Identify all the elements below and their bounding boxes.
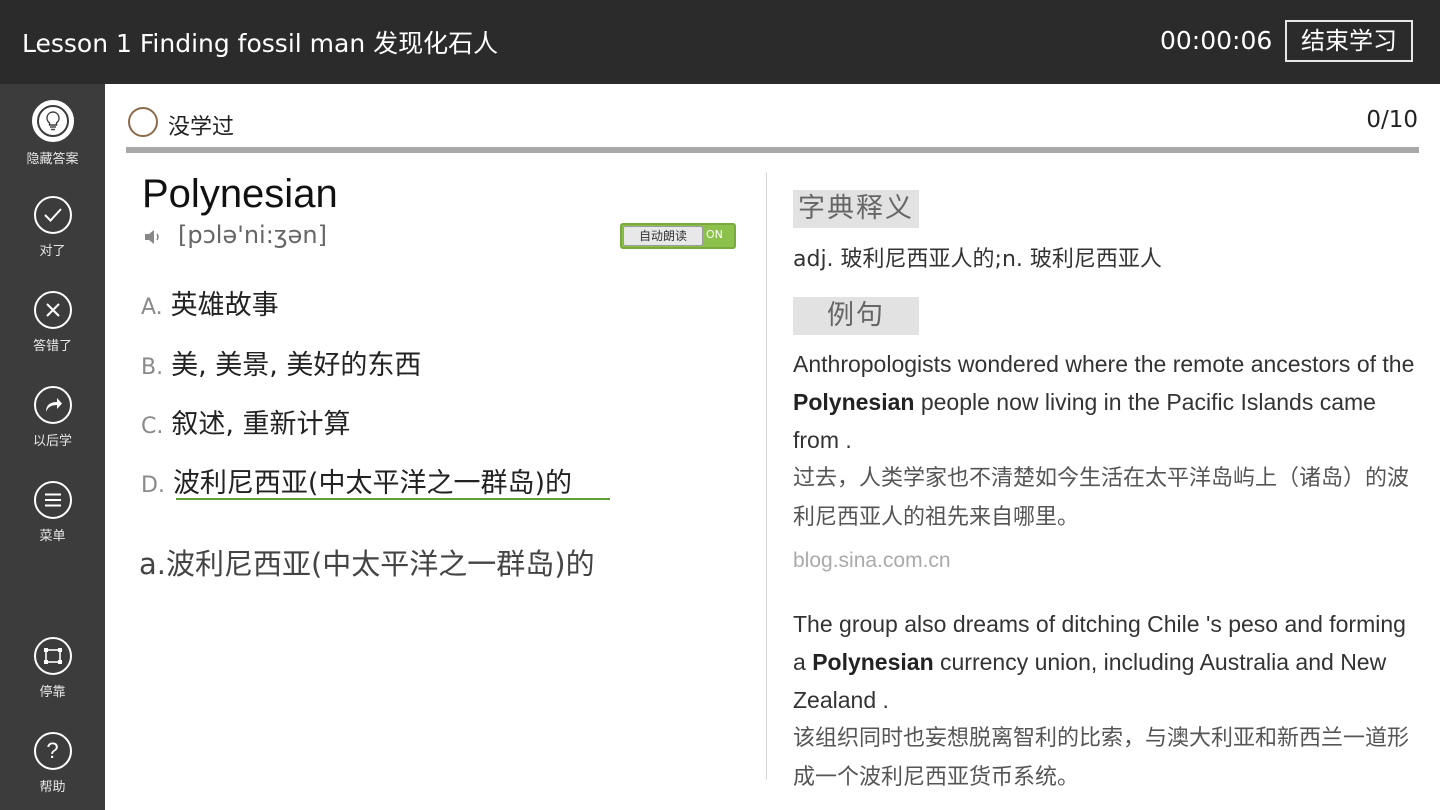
answer-text: a.波利尼西亚(中太平洋之一群岛)的 — [139, 547, 595, 581]
help-button[interactable]: ? 帮助 — [0, 732, 105, 795]
sidebar-label: 答错了 — [32, 339, 72, 354]
option-c[interactable]: C. 叙述, 重新计算 — [141, 402, 351, 441]
option-text: 叙述, 重新计算 — [171, 409, 351, 440]
learn-status-label: 没学过 — [168, 115, 235, 140]
auto-read-toggle[interactable]: 自动朗读 ON — [620, 223, 736, 249]
example-english: Anthropologists wondered where the remot… — [793, 351, 1415, 453]
option-a[interactable]: A. 英雄故事 — [141, 283, 279, 322]
option-letter: B. — [141, 355, 164, 380]
sidebar-label: 停靠 — [39, 685, 66, 700]
menu-icon — [33, 481, 72, 519]
sidebar-label: 隐藏答案 — [26, 152, 79, 167]
option-d[interactable]: D. 波利尼西亚(中太平洋之一群岛)的 — [141, 461, 572, 500]
vocab-word: Polynesian — [142, 172, 338, 216]
example-chinese: 过去，人类学家也不清楚如今生活在太平洋岛屿上（诸岛）的波利尼西亚人的祖先来自哪里… — [793, 466, 1410, 530]
examples-heading: 例句 — [793, 297, 919, 335]
speaker-icon[interactable] — [143, 228, 165, 250]
example-english: The group also dreams of ditching Chile … — [793, 611, 1406, 713]
study-timer: 00:00:06 — [1160, 26, 1273, 55]
option-b[interactable]: B. 美, 美景, 美好的东西 — [141, 343, 421, 382]
phonetic: [pɔlə'ni:ʒən] — [178, 221, 327, 249]
end-study-button[interactable]: 结束学习 — [1285, 20, 1413, 62]
title-bar: Lesson 1 Finding fossil man 发现化石人 00:00:… — [0, 0, 1440, 84]
option-text: 波利尼西亚(中太平洋之一群岛)的 — [172, 468, 573, 499]
learn-later-button[interactable]: 以后学 — [0, 386, 105, 449]
example-source: blog.sina.com.cn — [793, 549, 951, 572]
menu-button[interactable]: 菜单 — [0, 481, 105, 544]
definition-text: adj. 玻利尼西亚人的;n. 玻利尼西亚人 — [793, 247, 1162, 272]
close-icon — [33, 291, 72, 329]
highlight-word: Polynesian — [793, 389, 915, 415]
dictionary-heading: 字典释义 — [793, 190, 919, 228]
correct-button[interactable]: 对了 — [0, 196, 105, 259]
sidebar-label: 以后学 — [32, 434, 72, 449]
option-letter: A. — [141, 295, 163, 320]
panel-divider — [766, 172, 767, 780]
check-icon — [33, 196, 72, 234]
option-letter: D. — [141, 473, 165, 498]
help-icon: ? — [33, 732, 72, 770]
dock-button[interactable]: 停靠 — [0, 637, 105, 700]
auto-read-state: ON — [706, 228, 723, 241]
sidebar-label: 帮助 — [39, 780, 66, 795]
option-text: 英雄故事 — [170, 290, 279, 321]
sidebar: 隐藏答案 对了 答错了 以后学 菜单 停靠 ? 帮助 — [0, 84, 105, 810]
lesson-title: Lesson 1 Finding fossil man 发现化石人 — [22, 29, 499, 58]
wrong-button[interactable]: 答错了 — [0, 291, 105, 354]
example-chinese: 该组织同时也妄想脱离智利的比索，与澳大利亚和新西兰一道形成一个波利尼西亚货币系统… — [793, 726, 1410, 790]
option-letter: C. — [141, 414, 164, 439]
option-text: 美, 美景, 美好的东西 — [171, 350, 422, 381]
progress-bar — [126, 147, 1419, 153]
dock-icon — [33, 637, 72, 675]
forward-arrow-icon — [33, 386, 72, 424]
auto-read-label: 自动朗读 — [623, 226, 703, 246]
sidebar-label: 对了 — [39, 244, 66, 259]
sidebar-label: 菜单 — [39, 529, 66, 544]
correct-option-underline — [176, 498, 610, 500]
highlight-word: Polynesian — [812, 649, 934, 675]
lightbulb-icon — [31, 100, 74, 142]
example-sentence: Anthropologists wondered where the remot… — [793, 345, 1418, 581]
progress-count: 0/10 — [1366, 107, 1418, 133]
example-sentence: The group also dreams of ditching Chile … — [793, 605, 1418, 797]
status-ring-icon — [128, 107, 158, 137]
hide-answer-button[interactable]: 隐藏答案 — [0, 100, 105, 167]
